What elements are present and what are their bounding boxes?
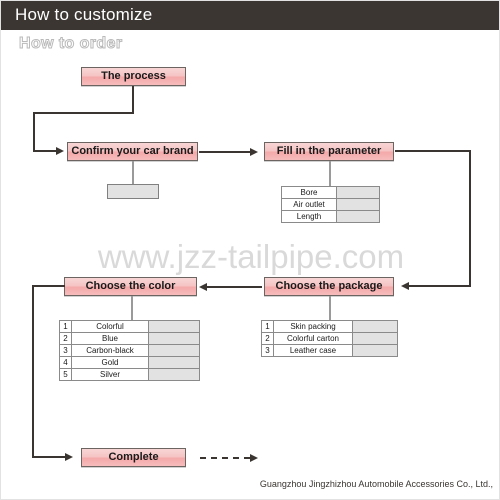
package-index: 3 <box>261 344 274 357</box>
arrow-package-to-color-icon <box>199 282 207 291</box>
connector-color-down-left <box>32 285 34 458</box>
connector-confirm-to-fill <box>199 151 251 153</box>
table-row: 4 Gold <box>59 356 200 369</box>
header-bar: How to customize <box>1 1 499 30</box>
color-label: Colorful <box>71 320 149 333</box>
arrow-complete-dashed-icon <box>250 453 258 462</box>
connector-color-left <box>32 285 65 287</box>
parameter-value[interactable] <box>336 210 380 223</box>
table-row: 2 Blue <box>59 332 200 345</box>
package-label: Leather case <box>273 344 353 357</box>
flowchart-page: How to customize How to order www.jzz-ta… <box>0 0 500 500</box>
node-choose-package[interactable]: Choose the package <box>264 277 394 296</box>
section-subtitle: How to order <box>18 35 123 53</box>
table-row: 1 Colorful <box>59 320 200 333</box>
package-table: 1 Skin packing 2 Colorful carton 3 Leath… <box>261 320 398 357</box>
table-row: 3 Leather case <box>261 344 398 357</box>
table-row: Bore <box>281 186 380 199</box>
footer-company-name: Guangzhou Jingzhizhou Automobile Accesso… <box>259 479 493 489</box>
arrow-into-package-icon <box>401 281 409 290</box>
node-choose-color[interactable]: Choose the color <box>64 277 197 296</box>
connector-color-down <box>131 296 133 321</box>
table-row: 3 Carbon-black <box>59 344 200 357</box>
connector-package-down <box>329 296 331 321</box>
connector-into-confirm <box>33 150 57 152</box>
table-row: 5 Silver <box>59 368 200 381</box>
color-index: 3 <box>59 344 72 357</box>
connector-into-complete <box>32 456 66 458</box>
blank-brand-field[interactable] <box>107 184 159 199</box>
connector-fill-down <box>329 161 331 187</box>
package-label: Colorful carton <box>273 332 353 345</box>
parameter-table: Bore Air outlet Length <box>281 186 380 223</box>
package-value[interactable] <box>352 332 398 345</box>
color-value[interactable] <box>148 332 200 345</box>
color-label: Silver <box>71 368 149 381</box>
color-index: 4 <box>59 356 72 369</box>
node-complete[interactable]: Complete <box>81 448 186 467</box>
color-value[interactable] <box>148 356 200 369</box>
connector-fill-right <box>395 150 471 152</box>
color-table: 1 Colorful 2 Blue 3 Carbon-black 4 Gold … <box>59 320 200 381</box>
node-confirm-car-brand[interactable]: Confirm your car brand <box>67 142 198 161</box>
color-index: 2 <box>59 332 72 345</box>
node-the-process[interactable]: The process <box>81 67 186 86</box>
color-value[interactable] <box>148 320 200 333</box>
connector-process-down2 <box>33 112 35 152</box>
color-value[interactable] <box>148 344 200 357</box>
parameter-label: Bore <box>281 186 337 199</box>
connector-process-down <box>132 86 134 114</box>
page-title: How to customize <box>15 5 153 24</box>
color-index: 5 <box>59 368 72 381</box>
connector-complete-dashed <box>200 457 250 459</box>
parameter-value[interactable] <box>336 186 380 199</box>
parameter-label: Air outlet <box>281 198 337 211</box>
arrow-into-complete-icon <box>65 452 73 461</box>
node-fill-parameter[interactable]: Fill in the parameter <box>264 142 394 161</box>
connector-process-left <box>33 112 134 114</box>
connector-package-to-color <box>207 286 262 288</box>
package-label: Skin packing <box>273 320 353 333</box>
parameter-value[interactable] <box>336 198 380 211</box>
package-index: 2 <box>261 332 274 345</box>
color-table-body: 1 Colorful 2 Blue 3 Carbon-black 4 Gold … <box>59 320 200 381</box>
arrow-confirm-to-fill-icon <box>250 147 258 156</box>
color-index: 1 <box>59 320 72 333</box>
arrow-into-confirm-icon <box>56 146 64 155</box>
color-value[interactable] <box>148 368 200 381</box>
color-label: Carbon-black <box>71 344 149 357</box>
parameter-table-body: Bore Air outlet Length <box>281 186 380 223</box>
color-label: Gold <box>71 356 149 369</box>
table-row: 1 Skin packing <box>261 320 398 333</box>
table-row: Length <box>281 210 380 223</box>
connector-fill-down-right <box>469 150 471 287</box>
color-label: Blue <box>71 332 149 345</box>
watermark-text: www.jzz-tailpipe.com <box>97 238 405 275</box>
connector-confirm-down <box>132 161 134 184</box>
connector-into-package <box>409 285 471 287</box>
package-index: 1 <box>261 320 274 333</box>
package-table-body: 1 Skin packing 2 Colorful carton 3 Leath… <box>261 320 398 357</box>
table-row: Air outlet <box>281 198 380 211</box>
package-value[interactable] <box>352 344 398 357</box>
parameter-label: Length <box>281 210 337 223</box>
table-row: 2 Colorful carton <box>261 332 398 345</box>
package-value[interactable] <box>352 320 398 333</box>
